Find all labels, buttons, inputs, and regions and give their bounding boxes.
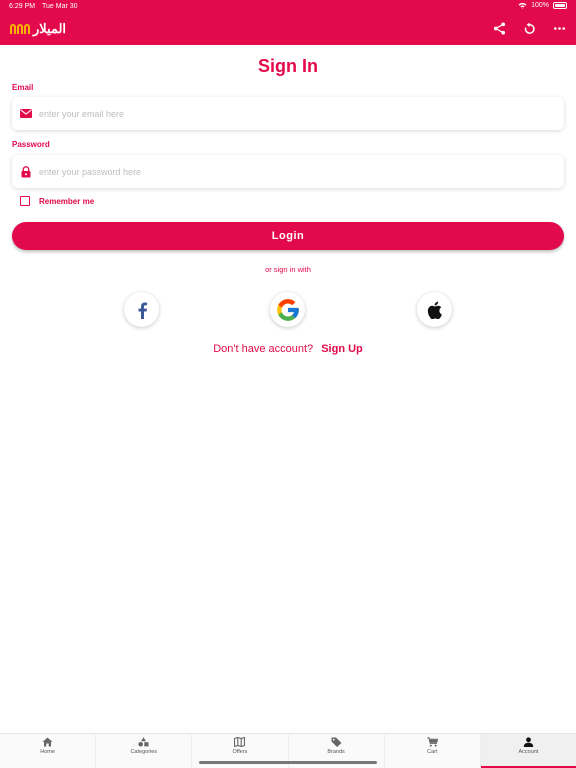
categories-icon <box>138 737 149 747</box>
login-button[interactable]: Login <box>12 222 564 250</box>
battery-percent: 100% <box>531 2 549 9</box>
cart-icon <box>427 737 438 747</box>
tab-cart-label: Cart <box>427 749 438 755</box>
password-label: Password <box>12 140 50 149</box>
envelope-icon <box>13 109 39 118</box>
status-indicators: 100% <box>518 2 567 9</box>
offers-icon <box>234 737 246 747</box>
app: 6:29 PM Tue Mar 30 100% الميلار Sign In <box>0 0 576 768</box>
battery-icon <box>553 2 567 9</box>
or-sign-in-with-text: or sign in with <box>265 265 311 274</box>
google-icon <box>276 298 299 321</box>
no-account-text: Don't have account? <box>213 343 314 355</box>
password-field-container <box>12 155 564 188</box>
facebook-icon <box>138 302 147 319</box>
more-icon[interactable] <box>550 19 568 37</box>
tab-cart[interactable]: Cart <box>385 734 481 768</box>
refresh-icon[interactable] <box>520 19 538 37</box>
app-logo: الميلار <box>10 21 66 37</box>
email-input[interactable] <box>39 108 539 119</box>
status-bar: 6:29 PM Tue Mar 30 100% <box>0 0 576 13</box>
header-bar: 6:29 PM Tue Mar 30 100% الميلار <box>0 0 576 45</box>
remember-me-row: Remember me <box>20 196 94 206</box>
email-field-container <box>12 97 564 130</box>
tab-home-label: Home <box>40 749 55 755</box>
header-actions <box>490 19 568 37</box>
email-label: Email <box>12 83 34 92</box>
password-input[interactable] <box>39 166 539 177</box>
remember-me-label: Remember me <box>39 196 95 206</box>
tab-account-label: Account <box>518 749 539 755</box>
google-login-button[interactable] <box>270 292 305 327</box>
home-indicator <box>199 761 377 764</box>
lock-icon <box>13 165 39 178</box>
tab-account[interactable]: Account <box>480 734 576 768</box>
account-icon <box>523 737 534 747</box>
home-icon <box>42 737 53 747</box>
tab-offers-label: Offers <box>232 749 248 755</box>
page-title: Sign In <box>258 56 318 76</box>
tab-home[interactable]: Home <box>0 734 97 768</box>
brands-icon <box>331 737 342 747</box>
sign-up-link[interactable]: Sign Up <box>321 343 363 355</box>
apple-icon <box>427 301 442 319</box>
facebook-login-button[interactable] <box>124 292 159 327</box>
status-date: Tue Mar 30 <box>42 3 78 10</box>
logo-mark-icon <box>10 24 30 34</box>
wifi-icon <box>518 2 527 9</box>
tab-categories[interactable]: Categories <box>96 734 193 768</box>
tab-brands-label: Brands <box>327 749 345 755</box>
share-icon[interactable] <box>490 19 508 37</box>
apple-login-button[interactable] <box>417 292 452 327</box>
remember-me-checkbox[interactable] <box>20 196 30 206</box>
signup-row: Don't have account? Sign Up <box>0 343 576 355</box>
logo-text: الميلار <box>33 21 67 36</box>
status-time: 6:29 PM <box>9 3 36 10</box>
tab-categories-label: Categories <box>130 749 158 755</box>
